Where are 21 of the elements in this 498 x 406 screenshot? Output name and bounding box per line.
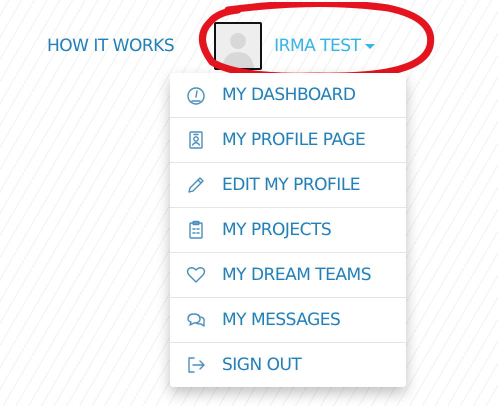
menu-item-label: SIGN OUT bbox=[222, 355, 302, 375]
menu-item-label: MY PROFILE PAGE bbox=[222, 130, 366, 150]
user-menu-toggle[interactable]: IRMA TEST bbox=[274, 36, 376, 56]
heart-icon bbox=[186, 265, 206, 285]
menu-item-label: MY DASHBOARD bbox=[222, 85, 356, 105]
menu-item[interactable]: MY PROFILE PAGE bbox=[170, 117, 406, 162]
sign-out-icon bbox=[186, 355, 206, 375]
menu-item-label: MY DREAM TEAMS bbox=[222, 265, 372, 285]
gauge-icon bbox=[186, 85, 206, 105]
menu-item[interactable]: EDIT MY PROFILE bbox=[170, 162, 406, 207]
menu-item-label: MY PROJECTS bbox=[222, 220, 332, 240]
pencil-icon bbox=[186, 175, 206, 195]
menu-item[interactable]: MY PROJECTS bbox=[170, 207, 406, 252]
menu-item[interactable]: MY DASHBOARD bbox=[170, 73, 406, 117]
avatar-icon[interactable] bbox=[214, 22, 262, 70]
menu-item-label: MY MESSAGES bbox=[222, 310, 340, 330]
how-it-works-link[interactable]: HOW IT WORKS bbox=[47, 36, 174, 56]
menu-item-label: EDIT MY PROFILE bbox=[222, 175, 360, 195]
menu-item[interactable]: MY MESSAGES bbox=[170, 297, 406, 342]
menu-item[interactable]: MY DREAM TEAMS bbox=[170, 252, 406, 297]
menu-item[interactable]: SIGN OUT bbox=[170, 342, 406, 387]
